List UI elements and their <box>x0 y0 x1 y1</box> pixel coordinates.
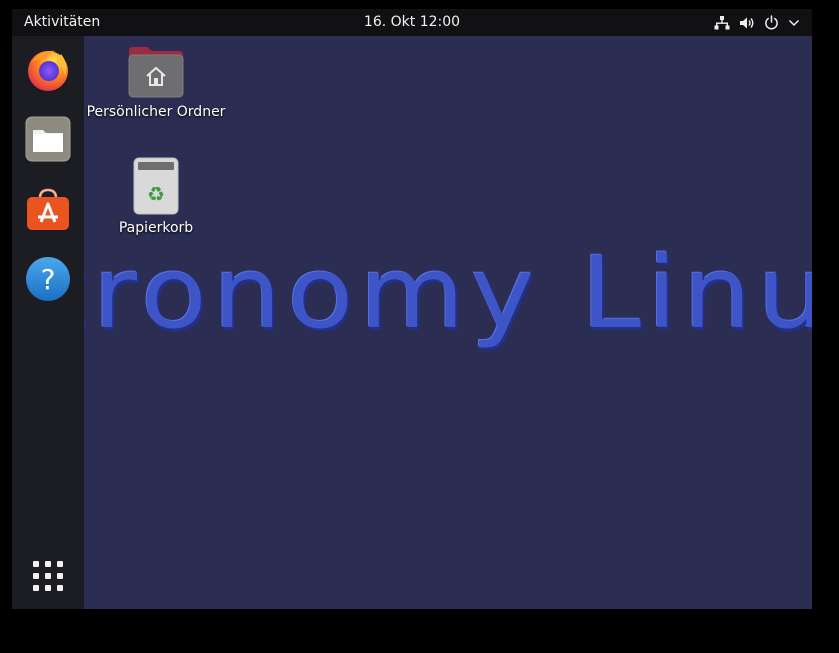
help-icon: ? <box>26 257 70 301</box>
files-icon <box>25 116 71 162</box>
dock-item-firefox[interactable] <box>24 45 72 93</box>
trash-icon: ♻ <box>133 157 179 215</box>
volume-icon <box>740 17 754 28</box>
app-grid-dot <box>33 585 39 591</box>
dock-item-software[interactable] <box>24 185 72 233</box>
home-folder-icon <box>128 47 184 98</box>
software-store-icon <box>27 188 69 230</box>
app-grid-dot <box>45 561 51 567</box>
desktop-screen: stronomy Linu Aktivitäten 16. Okt 12:00 <box>12 9 812 609</box>
system-tray[interactable] <box>714 13 800 32</box>
power-icon <box>765 15 778 30</box>
show-apps-button[interactable] <box>30 558 66 594</box>
desktop-icon-home[interactable]: Persönlicher Ordner <box>86 45 226 121</box>
app-grid-dot <box>57 561 63 567</box>
dock-item-files[interactable] <box>24 115 72 163</box>
app-grid-dot <box>33 573 39 579</box>
desktop-icon-trash[interactable]: ♻ Papierkorb <box>86 157 226 237</box>
svg-text:♻: ♻ <box>147 182 165 206</box>
chevron-down-icon <box>788 19 800 26</box>
wallpaper-text: stronomy Linu <box>12 236 812 351</box>
app-grid-dot <box>57 585 63 591</box>
app-grid-icon <box>33 561 39 567</box>
dock-item-help[interactable]: ? <box>24 255 72 303</box>
app-grid-dot <box>57 573 63 579</box>
top-bar: Aktivitäten 16. Okt 12:00 <box>12 9 812 36</box>
clock-container: 16. Okt 12:00 <box>12 14 812 31</box>
app-grid-dot <box>45 585 51 591</box>
svg-text:?: ? <box>41 263 56 296</box>
activities-button[interactable]: Aktivitäten <box>24 14 100 31</box>
clock-button[interactable]: 16. Okt 12:00 <box>364 14 460 30</box>
firefox-icon <box>28 50 68 91</box>
app-grid-dot <box>45 573 51 579</box>
network-icon <box>714 15 730 29</box>
desktop-icon-trash-label: Papierkorb <box>118 220 194 236</box>
desktop-icon-home-label: Persönlicher Ordner <box>86 104 226 120</box>
dock: ? <box>12 36 84 609</box>
